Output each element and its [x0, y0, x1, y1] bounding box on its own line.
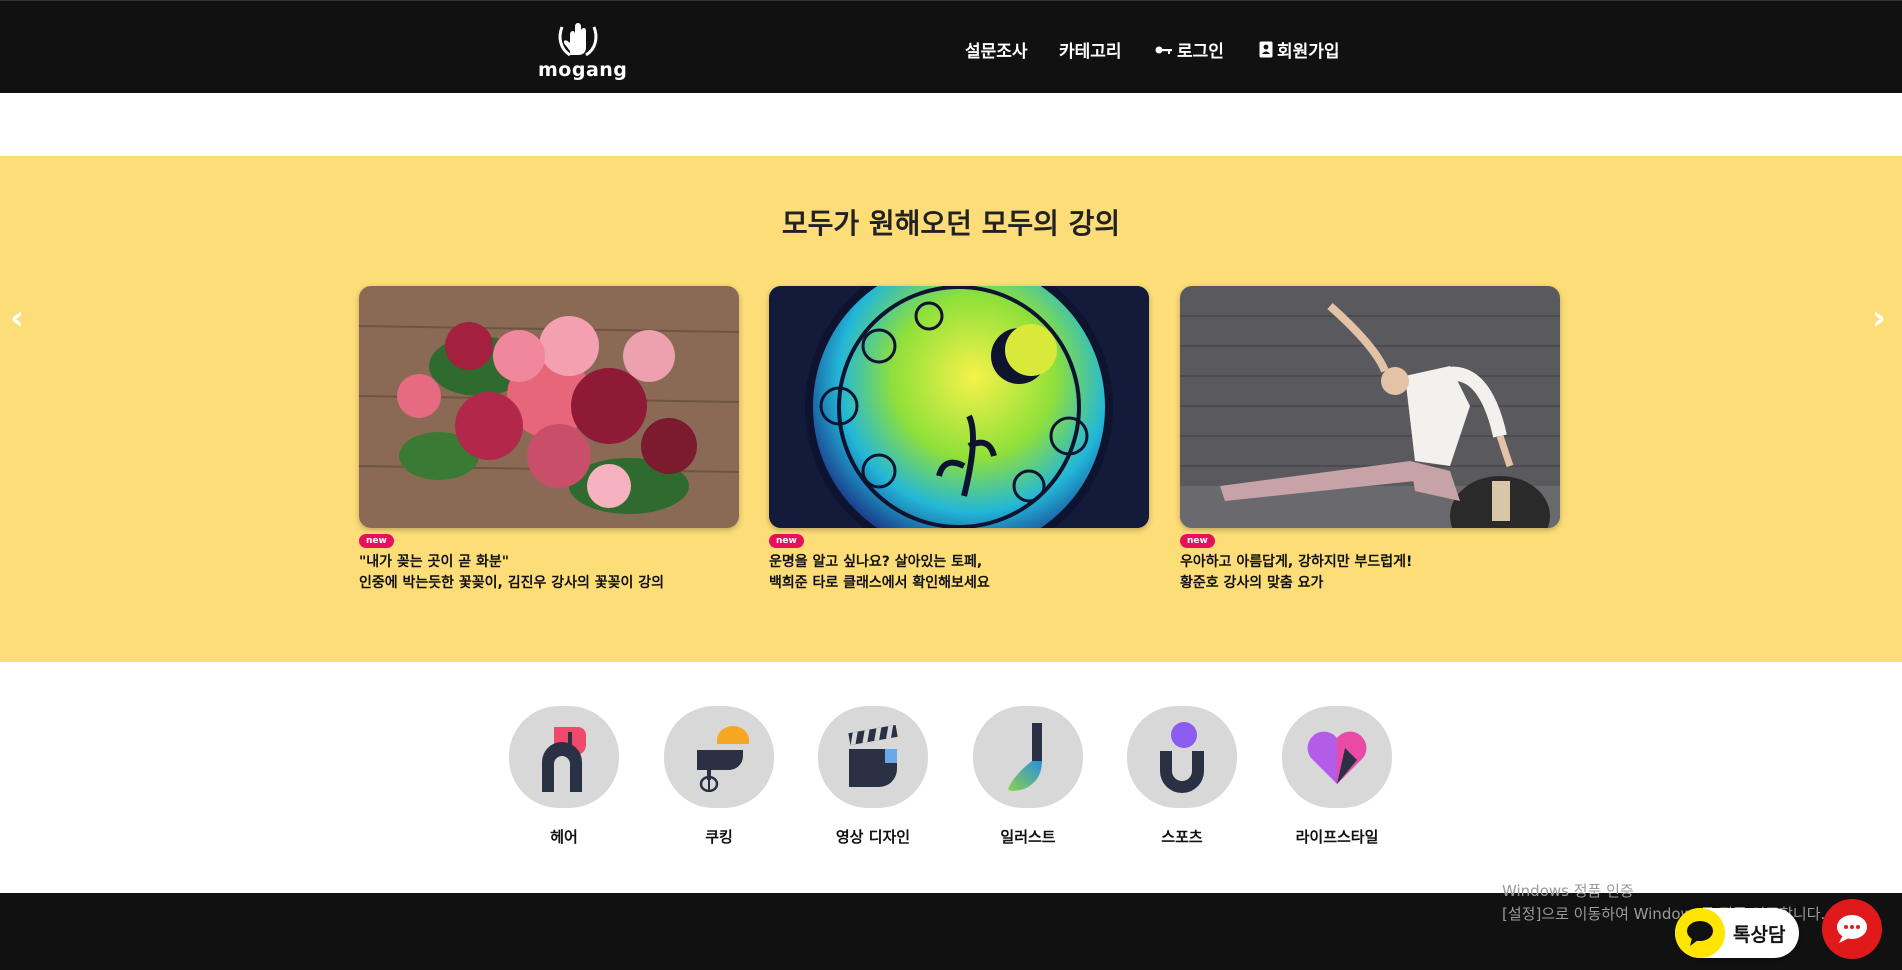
new-badge: new — [359, 534, 394, 548]
kakao-bubble-icon — [1675, 908, 1725, 958]
course-title-line1: "내가 꽂는 곳이 곧 화분" — [359, 554, 510, 570]
category-label: 라이프스타일 — [1295, 828, 1379, 846]
course-description: "내가 꽂는 곳이 곧 화분" 인중에 박는듯한 꽃꽂이, 김진우 강사의 꽃꽂… — [359, 552, 739, 594]
category-lifestyle-circle[interactable] — [1282, 706, 1392, 808]
category-label: 쿠킹 — [705, 828, 733, 846]
course-description: 운명을 알고 싶나요? 살아있는 토페, 백희준 타로 클래스에서 확인해보세요 — [769, 552, 1149, 594]
nav-signup[interactable]: 회원가입 — [1259, 37, 1340, 62]
category-illustration-circle[interactable] — [973, 706, 1083, 808]
carousel-prev-button[interactable]: ‹ — [10, 301, 24, 335]
nav-login[interactable]: 로그인 — [1155, 37, 1224, 62]
course-title-line2: 인중에 박는듯한 꽃꽂이, 김진우 강사의 꽃꽂이 강의 — [359, 575, 665, 591]
category-label: 일러스트 — [1000, 828, 1056, 846]
clapperboard-icon — [848, 725, 898, 787]
course-card[interactable]: new 운명을 알고 싶나요? 살아있는 토페, 백희준 타로 클래스에서 확인… — [769, 286, 1149, 594]
id-card-icon — [1259, 41, 1273, 58]
chat-bubble-icon — [1837, 915, 1867, 943]
category-list: 헤어 쿠킹 영상 디자인 일러스트 스포츠 라이프스타일 — [0, 706, 1902, 856]
nav-survey-label: 설문조사 — [965, 42, 1028, 62]
course-title-line1: 운명을 알고 싶나요? 살아있는 토페, — [769, 554, 983, 570]
new-badge: new — [1180, 534, 1215, 548]
course-title-line2: 백희준 타로 클래스에서 확인해보세요 — [769, 575, 990, 591]
yoga-stretch-image[interactable] — [1180, 286, 1560, 528]
sports-icon — [1160, 722, 1204, 793]
category-illustration[interactable]: 일러스트 — [972, 706, 1084, 847]
featured-courses-section: 모두가 원해오던 모두의 강의 ‹ › new "내가 꽂는 곳이 곧 화분" … — [0, 156, 1902, 662]
category-hair[interactable]: 헤어 — [508, 706, 620, 847]
category-lifestyle[interactable]: 라이프스타일 — [1281, 706, 1393, 847]
course-title-line2: 황준호 강사의 맞춤 요가 — [1180, 575, 1324, 591]
nav-login-label: 로그인 — [1177, 42, 1224, 62]
section-title: 모두가 원해오던 모두의 강의 — [781, 207, 1121, 240]
course-card[interactable]: new "내가 꽂는 곳이 곧 화분" 인중에 박는듯한 꽃꽂이, 김진우 강사… — [359, 286, 739, 594]
key-icon — [1155, 46, 1172, 54]
category-sports-circle[interactable] — [1127, 706, 1237, 808]
category-label: 스포츠 — [1161, 828, 1203, 846]
category-hair-circle[interactable] — [509, 706, 619, 808]
carousel-next-button[interactable]: › — [1872, 301, 1886, 335]
talk-consult-button[interactable]: 톡상담 — [1675, 908, 1799, 958]
category-cooking-circle[interactable] — [664, 706, 774, 808]
category-label: 영상 디자인 — [835, 828, 911, 846]
category-label: 헤어 — [550, 828, 578, 846]
nav-signup-label: 회원가입 — [1277, 42, 1340, 62]
course-title-line1: 우아하고 아름답게, 강하지만 부드럽게! — [1180, 554, 1413, 570]
nav-category[interactable]: 카테고리 — [1059, 37, 1122, 62]
category-video-design-circle[interactable] — [818, 706, 928, 808]
heart-icon — [1307, 731, 1367, 784]
main-nav: 설문조사 카테고리 로그인 회원가입 — [0, 37, 1902, 62]
category-video-design[interactable]: 영상 디자인 — [817, 706, 929, 847]
chat-button[interactable] — [1822, 899, 1882, 959]
cooking-mixer-icon — [697, 726, 749, 792]
nav-survey[interactable]: 설문조사 — [965, 37, 1028, 62]
talk-consult-label: 톡상담 — [1733, 923, 1786, 946]
logo-text: mogang — [538, 59, 628, 81]
hair-icon — [542, 727, 586, 792]
nav-category-label: 카테고리 — [1059, 42, 1122, 62]
course-card[interactable]: new 우아하고 아름답게, 강하지만 부드럽게! 황준호 강사의 맞춤 요가 — [1180, 286, 1560, 594]
illustration-icon — [1008, 723, 1042, 791]
new-badge: new — [769, 534, 804, 548]
flower-bouquet-image[interactable] — [359, 286, 739, 528]
category-sports[interactable]: 스포츠 — [1126, 706, 1238, 847]
tarot-circle-image[interactable] — [769, 286, 1149, 528]
watermark-line1: Windows 정품 인증 — [1502, 882, 1634, 900]
category-cooking[interactable]: 쿠킹 — [663, 706, 775, 847]
course-description: 우아하고 아름답게, 강하지만 부드럽게! 황준호 강사의 맞춤 요가 — [1180, 552, 1560, 594]
top-navigation-bar: mogang 설문조사 카테고리 로그인 회원가입 — [0, 0, 1902, 93]
